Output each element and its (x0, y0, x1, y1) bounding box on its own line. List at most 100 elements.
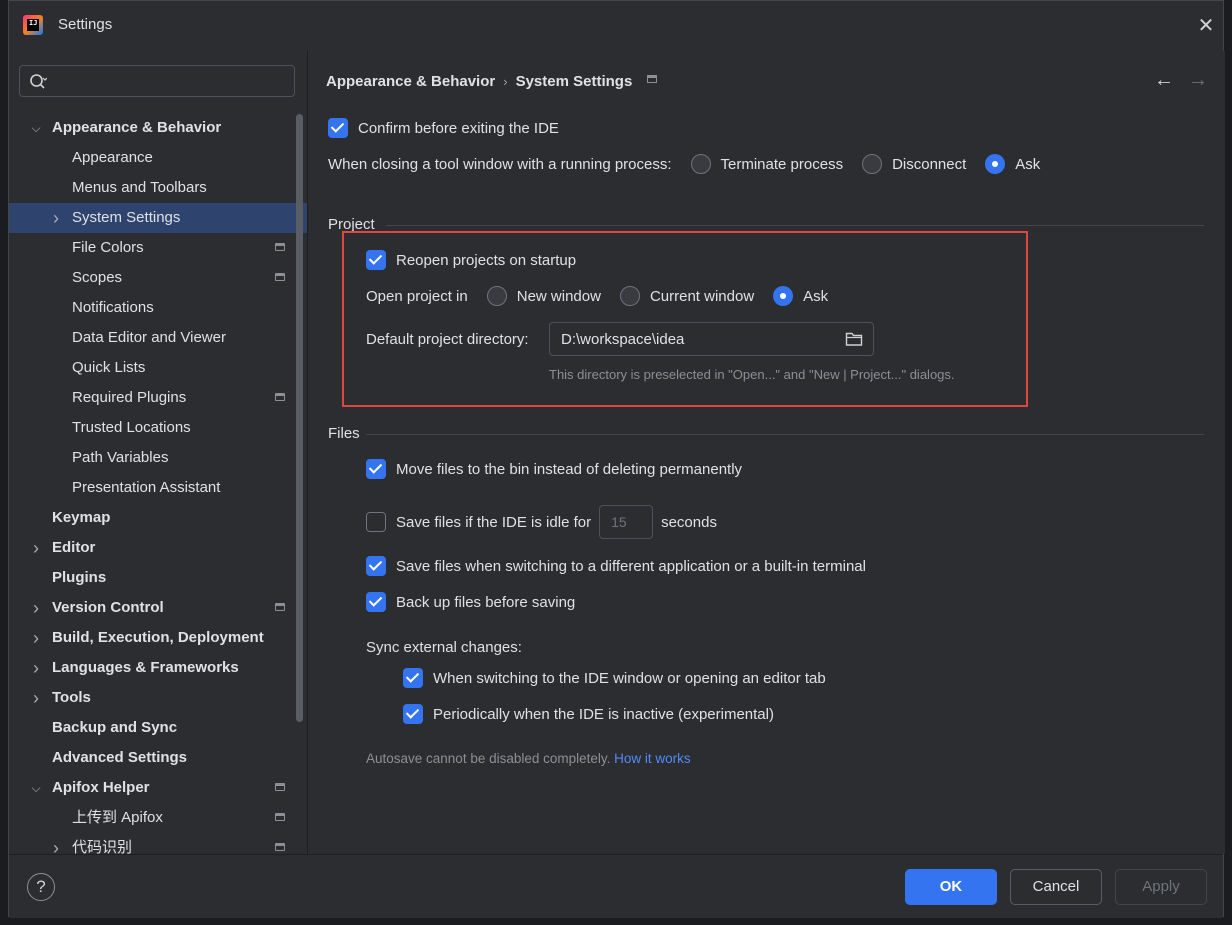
sidebar-item[interactable]: › Version Control (9, 593, 307, 623)
chevron-right-icon[interactable]: › (29, 683, 43, 713)
sync-periodic-row[interactable]: Periodically when the IDE is inactive (e… (403, 704, 774, 724)
reopen-projects-row[interactable]: Reopen projects on startup (366, 250, 576, 270)
reopen-projects-label: Reopen projects on startup (396, 251, 577, 269)
current-window-label[interactable]: Current window (650, 288, 754, 305)
sidebar-item-label: File Colors (72, 239, 144, 256)
breadcrumb: Appearance & Behavior › System Settings (326, 73, 632, 90)
chevron-right-icon[interactable]: › (29, 623, 43, 653)
chevron-right-icon[interactable]: › (29, 533, 43, 563)
default-dir-field[interactable]: D:\workspace\idea (549, 322, 874, 356)
forward-arrow-icon[interactable]: → (1188, 69, 1208, 92)
disconnect-radio[interactable] (862, 154, 883, 174)
save-switching-checkbox[interactable] (366, 556, 386, 576)
sidebar-item[interactable]: Menus and Toolbars (9, 173, 307, 203)
save-switching-row[interactable]: Save files when switching to a different… (366, 556, 866, 576)
backup-row[interactable]: Back up files before saving (366, 592, 575, 612)
sync-switching-row[interactable]: When switching to the IDE window or open… (403, 668, 826, 688)
sidebar-item[interactable]: Plugins (9, 563, 307, 593)
sidebar-item[interactable]: ⌵ Apifox Helper (9, 773, 307, 803)
sidebar-item-label: Scopes (72, 269, 123, 286)
sidebar-item[interactable]: File Colors (9, 233, 307, 263)
confirm-exit-row[interactable]: Confirm before exiting the IDE (328, 118, 559, 138)
save-idle-checkbox[interactable] (366, 512, 386, 532)
ask-label[interactable]: Ask (1015, 156, 1040, 173)
sidebar-item[interactable]: 上传到 Apifox (9, 803, 307, 833)
settings-dialog: IJ Settings ✕ ⌵ Appearance & Behavior Appe… (8, 0, 1225, 918)
sidebar-item[interactable]: Trusted Locations (9, 413, 307, 443)
sidebar-item[interactable]: › System Settings (9, 203, 307, 233)
project-level-icon (275, 603, 285, 611)
sidebar-scrollbar[interactable] (296, 114, 303, 722)
autosave-note-text: Autosave cannot be disabled completely. (366, 751, 611, 766)
default-dir-value[interactable]: D:\workspace\idea (561, 331, 684, 348)
sidebar-item-label: Backup and Sync (52, 719, 178, 736)
sidebar-item-label: Appearance & Behavior (52, 119, 222, 136)
project-level-icon (275, 393, 285, 401)
sidebar-item-label: Appearance (72, 149, 153, 166)
sidebar-item-label: System Settings (72, 209, 181, 226)
folder-icon[interactable] (845, 331, 863, 347)
sidebar-item[interactable]: Advanced Settings (9, 743, 307, 773)
idle-seconds-input[interactable]: 15 (599, 505, 654, 539)
terminate-process-label[interactable]: Terminate process (721, 156, 844, 173)
backup-label: Back up files before saving (396, 593, 576, 611)
confirm-exit-checkbox[interactable] (328, 118, 348, 138)
sidebar-item-label: Data Editor and Viewer (72, 329, 226, 346)
apply-button[interactable]: Apply (1115, 869, 1207, 905)
chevron-down-icon[interactable]: ⌵ (29, 773, 43, 803)
files-section-divider (366, 434, 1204, 435)
sidebar-item[interactable]: Data Editor and Viewer (9, 323, 307, 353)
chevron-right-icon[interactable]: › (29, 653, 43, 683)
sidebar-item[interactable]: Backup and Sync (9, 713, 307, 743)
settings-tree: ⌵ Appearance & Behavior Appearance Menus an… (9, 113, 307, 863)
current-window-radio[interactable] (619, 286, 640, 306)
search-input[interactable] (19, 65, 295, 97)
ask-radio[interactable] (985, 154, 1006, 174)
how-it-works-link[interactable]: How it works (614, 751, 691, 766)
intellij-idea-icon: IJ (23, 15, 43, 35)
sidebar-item[interactable]: › Tools (9, 683, 307, 713)
sidebar-item[interactable]: Quick Lists (9, 353, 307, 383)
sidebar-item[interactable]: › Editor (9, 533, 307, 563)
default-dir-hint: This directory is preselected in "Open..… (549, 367, 955, 382)
terminate-process-radio[interactable] (690, 154, 711, 174)
move-to-bin-row[interactable]: Move files to the bin instead of deletin… (366, 459, 742, 479)
chevron-right-icon[interactable]: › (49, 203, 63, 233)
sidebar-item-label: Apifox Helper (52, 779, 150, 796)
chevron-right-icon[interactable]: › (29, 593, 43, 623)
project-ask-label[interactable]: Ask (803, 288, 828, 305)
cancel-button[interactable]: Cancel (1010, 869, 1102, 905)
sidebar-item[interactable]: Presentation Assistant (9, 473, 307, 503)
sidebar-item[interactable]: › Build, Execution, Deployment (9, 623, 307, 653)
close-icon[interactable]: ✕ (1195, 15, 1217, 37)
reopen-projects-checkbox[interactable] (366, 250, 386, 270)
backup-checkbox[interactable] (366, 592, 386, 612)
sidebar-item[interactable]: Notifications (9, 293, 307, 323)
save-switching-label: Save files when switching to a different… (396, 557, 866, 575)
sidebar-item[interactable]: Scopes (9, 263, 307, 293)
sidebar-item[interactable]: Appearance (9, 143, 307, 173)
sync-switching-checkbox[interactable] (403, 668, 423, 688)
sidebar-item-label: Tools (52, 689, 91, 706)
sidebar-item-label: Notifications (72, 299, 154, 316)
move-to-bin-checkbox[interactable] (366, 459, 386, 479)
project-level-icon (275, 273, 285, 281)
project-ask-radio[interactable] (773, 286, 794, 306)
settings-sidebar: ⌵ Appearance & Behavior Appearance Menus an… (9, 51, 308, 858)
sync-periodic-checkbox[interactable] (403, 704, 423, 724)
sidebar-item-label: Editor (52, 539, 96, 556)
chevron-down-icon[interactable]: ⌵ (29, 113, 43, 143)
new-window-radio[interactable] (486, 286, 507, 306)
sidebar-item[interactable]: Keymap (9, 503, 307, 533)
new-window-label[interactable]: New window (517, 288, 601, 305)
help-icon[interactable]: ? (27, 873, 55, 901)
back-arrow-icon[interactable]: ← (1154, 69, 1174, 92)
sidebar-item[interactable]: Path Variables (9, 443, 307, 473)
sidebar-item[interactable]: Required Plugins (9, 383, 307, 413)
sync-external-label: Sync external changes: (366, 639, 522, 656)
breadcrumb-parent[interactable]: Appearance & Behavior (326, 73, 495, 90)
disconnect-label[interactable]: Disconnect (892, 156, 966, 173)
sidebar-item[interactable]: ⌵ Appearance & Behavior (9, 113, 307, 143)
ok-button[interactable]: OK (905, 869, 997, 905)
sidebar-item[interactable]: › Languages & Frameworks (9, 653, 307, 683)
